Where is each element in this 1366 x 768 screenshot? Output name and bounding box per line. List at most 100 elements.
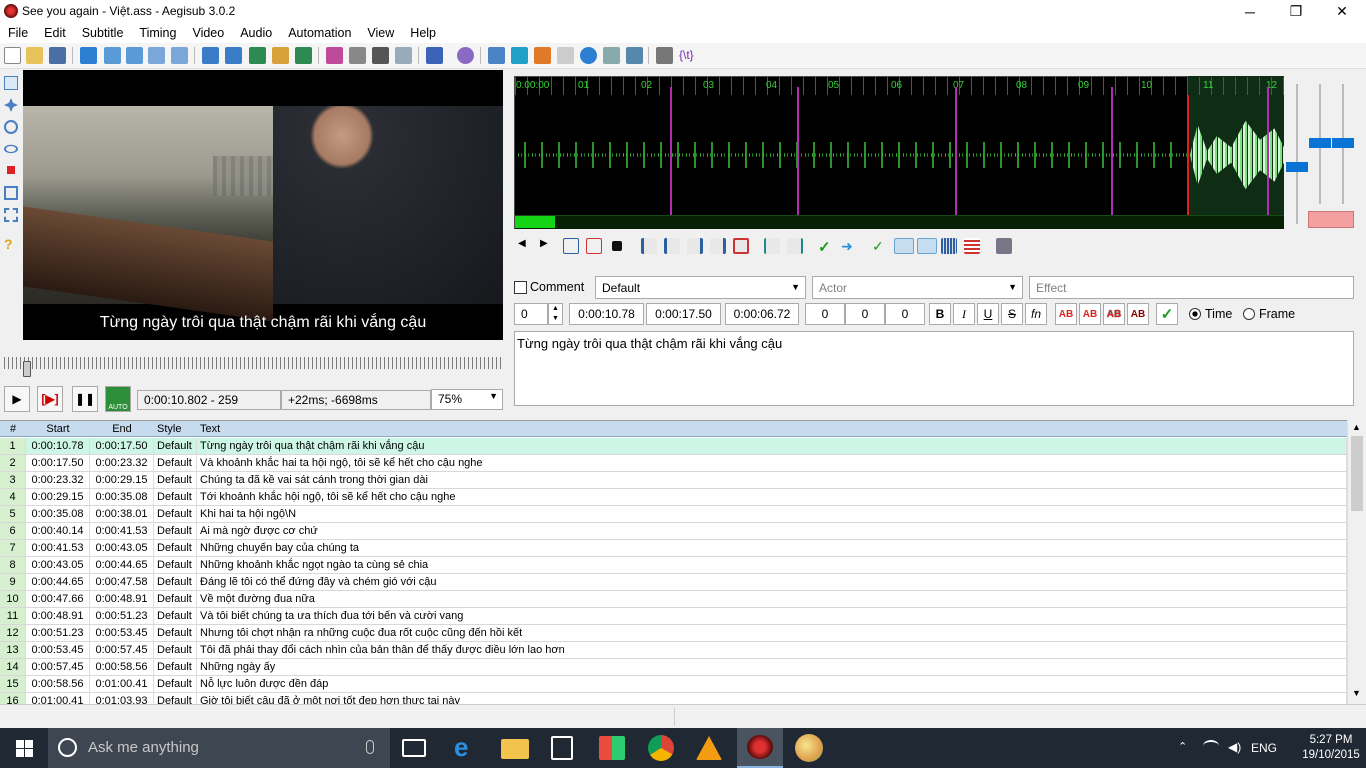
zoom-slider[interactable] [1286,162,1308,172]
pause-button[interactable]: ❚❚ [72,386,98,412]
standard-tool-icon[interactable] [4,76,18,90]
kanji-timer-icon[interactable] [457,47,474,64]
font-button[interactable]: fn [1025,303,1047,325]
video-display[interactable]: Từng ngày trôi qua thật chậm rãi khi vắn… [23,70,503,340]
play-line-button[interactable]: [▶] [37,386,63,412]
end-time-field[interactable]: 0:00:17.50 [646,303,721,325]
play-to-end-icon[interactable] [733,238,749,254]
scroll-up-icon[interactable]: ▲ [1352,422,1361,432]
windows-start-icon[interactable] [16,740,33,757]
grid-scrollbar[interactable]: ▲ ▼ [1347,420,1366,704]
table-row[interactable]: 2 0:00:17.50 0:00:23.32 Default Và khoảnh kh… [0,455,1347,472]
cortana-search[interactable]: Ask me anything [48,728,390,768]
find-replace-icon[interactable] [349,47,366,64]
duration-field[interactable]: 0:00:06.72 [725,303,799,325]
start-time-field[interactable]: 0:00:10.78 [569,303,644,325]
tags-toggle-icon[interactable]: {\t} [679,47,696,64]
strikeout-button[interactable]: S [1001,303,1023,325]
language-indicator[interactable]: ENG [1251,741,1277,755]
open-folder-icon[interactable] [26,47,43,64]
store-icon[interactable] [551,736,573,760]
video-time-field[interactable]: 0:00:10.802 - 259 [137,390,281,410]
scroll-down-icon[interactable]: ▼ [1352,688,1361,698]
play-button[interactable]: ▶ [4,386,30,412]
audio-waveform[interactable]: 0:00:00 01 02 03 04 05 06 07 08 09 10 11… [514,76,1284,229]
video-details-icon[interactable] [148,47,165,64]
clip-rect-icon[interactable] [4,186,18,200]
check-icon[interactable] [626,47,643,64]
table-row[interactable]: 12 0:00:51.23 0:00:53.45 Default Nhưng tôi c… [0,625,1347,642]
jump-to-icon[interactable] [80,47,97,64]
table-row[interactable]: 11 0:00:48.91 0:00:51.23 Default Và tôi biết… [0,608,1347,625]
styles-manager-icon[interactable] [295,47,312,64]
play-before-icon[interactable] [641,238,657,254]
table-row[interactable]: 10 0:00:47.66 0:00:48.91 Default Về một đườn… [0,591,1347,608]
maximize-button[interactable]: ❐ [1273,0,1319,23]
translation-assistant-icon[interactable] [326,47,343,64]
audio-scroll-thumb[interactable] [515,216,555,228]
audio-scrollbar[interactable] [515,215,1284,229]
table-row[interactable]: 3 0:00:23.32 0:00:29.15 Default Chúng ta đã … [0,472,1347,489]
margin-vertical-field[interactable]: 0 [885,303,925,325]
shadow-color-button[interactable]: AB [1127,303,1149,325]
menu-file[interactable]: File [0,26,36,40]
menu-automation[interactable]: Automation [280,26,359,40]
secondary-color-button[interactable]: AB [1079,303,1101,325]
attachments-icon[interactable] [225,47,242,64]
shift-times-icon[interactable] [395,47,412,64]
margin-left-field[interactable]: 0 [805,303,845,325]
file-explorer-icon[interactable] [501,739,529,759]
actor-select[interactable]: Actor ▼ [812,276,1023,299]
select-lines-icon[interactable] [603,47,620,64]
col-style[interactable]: Style [154,421,197,437]
paint-icon[interactable] [795,734,823,762]
edge-icon[interactable]: e [454,734,482,762]
scale-icon[interactable] [7,166,15,174]
menu-help[interactable]: Help [402,26,444,40]
link-sliders-button[interactable] [1308,211,1354,228]
start-marker[interactable] [1187,95,1189,215]
go-to-next-icon[interactable] [534,47,551,64]
visual-typesetting-icon[interactable] [511,47,528,64]
rotate-xy-icon[interactable] [4,144,18,154]
automation-icon[interactable] [426,47,443,64]
table-row[interactable]: 5 0:00:35.08 0:00:38.01 Default Khi hai ta h… [0,506,1347,523]
timing-postprocessor-icon[interactable] [488,47,505,64]
wifi-icon[interactable] [1203,740,1219,752]
zoom-in-icon[interactable] [104,47,121,64]
italic-button[interactable]: I [953,303,975,325]
zoom-select[interactable]: 75% ▼ [431,389,503,410]
margin-right-field[interactable]: 0 [845,303,885,325]
help-icon[interactable]: ? [4,236,18,252]
primary-color-button[interactable]: AB [1055,303,1077,325]
app-icon-2[interactable] [599,736,625,760]
volume-slider[interactable] [1309,138,1331,148]
layer-field[interactable]: 0 [514,303,548,325]
menu-view[interactable]: View [359,26,402,40]
close-button[interactable]: ✕ [1319,0,1365,23]
clock[interactable]: 5:27 PM 19/10/2015 [1296,733,1366,763]
frame-radio[interactable] [1243,308,1255,320]
commit-button[interactable]: ✓ [1156,303,1178,325]
minimize-button[interactable]: ─ [1227,0,1273,23]
tray-chevron-icon[interactable]: ⌃ [1178,740,1187,753]
spell-check-icon[interactable] [372,47,389,64]
col-text[interactable]: Text [197,421,1297,437]
go-next-icon[interactable]: ➜ [841,238,857,254]
play-current-line-icon[interactable] [586,238,602,254]
autoscroll-button[interactable]: AUTO [105,386,131,412]
zoom-out-icon[interactable] [126,47,143,64]
menu-subtitle[interactable]: Subtitle [74,26,132,40]
fonts-collector-icon[interactable] [249,47,266,64]
vector-clip-icon[interactable] [4,208,18,222]
play-selection-icon[interactable] [563,238,579,254]
table-row[interactable]: 15 0:00:58.56 0:01:00.41 Default Nỗ lực luôn… [0,676,1347,693]
audio-options-icon[interactable] [996,238,1012,254]
next-line-icon[interactable]: ▶ [540,238,556,254]
comment-checkbox[interactable] [514,281,527,294]
table-row[interactable]: 1 0:00:10.78 0:00:17.50 Default Từng ngày tr… [0,438,1347,455]
options-icon[interactable] [656,47,673,64]
seek-thumb[interactable] [23,361,31,377]
time-radio[interactable] [1189,308,1201,320]
underline-button[interactable]: U [977,303,999,325]
